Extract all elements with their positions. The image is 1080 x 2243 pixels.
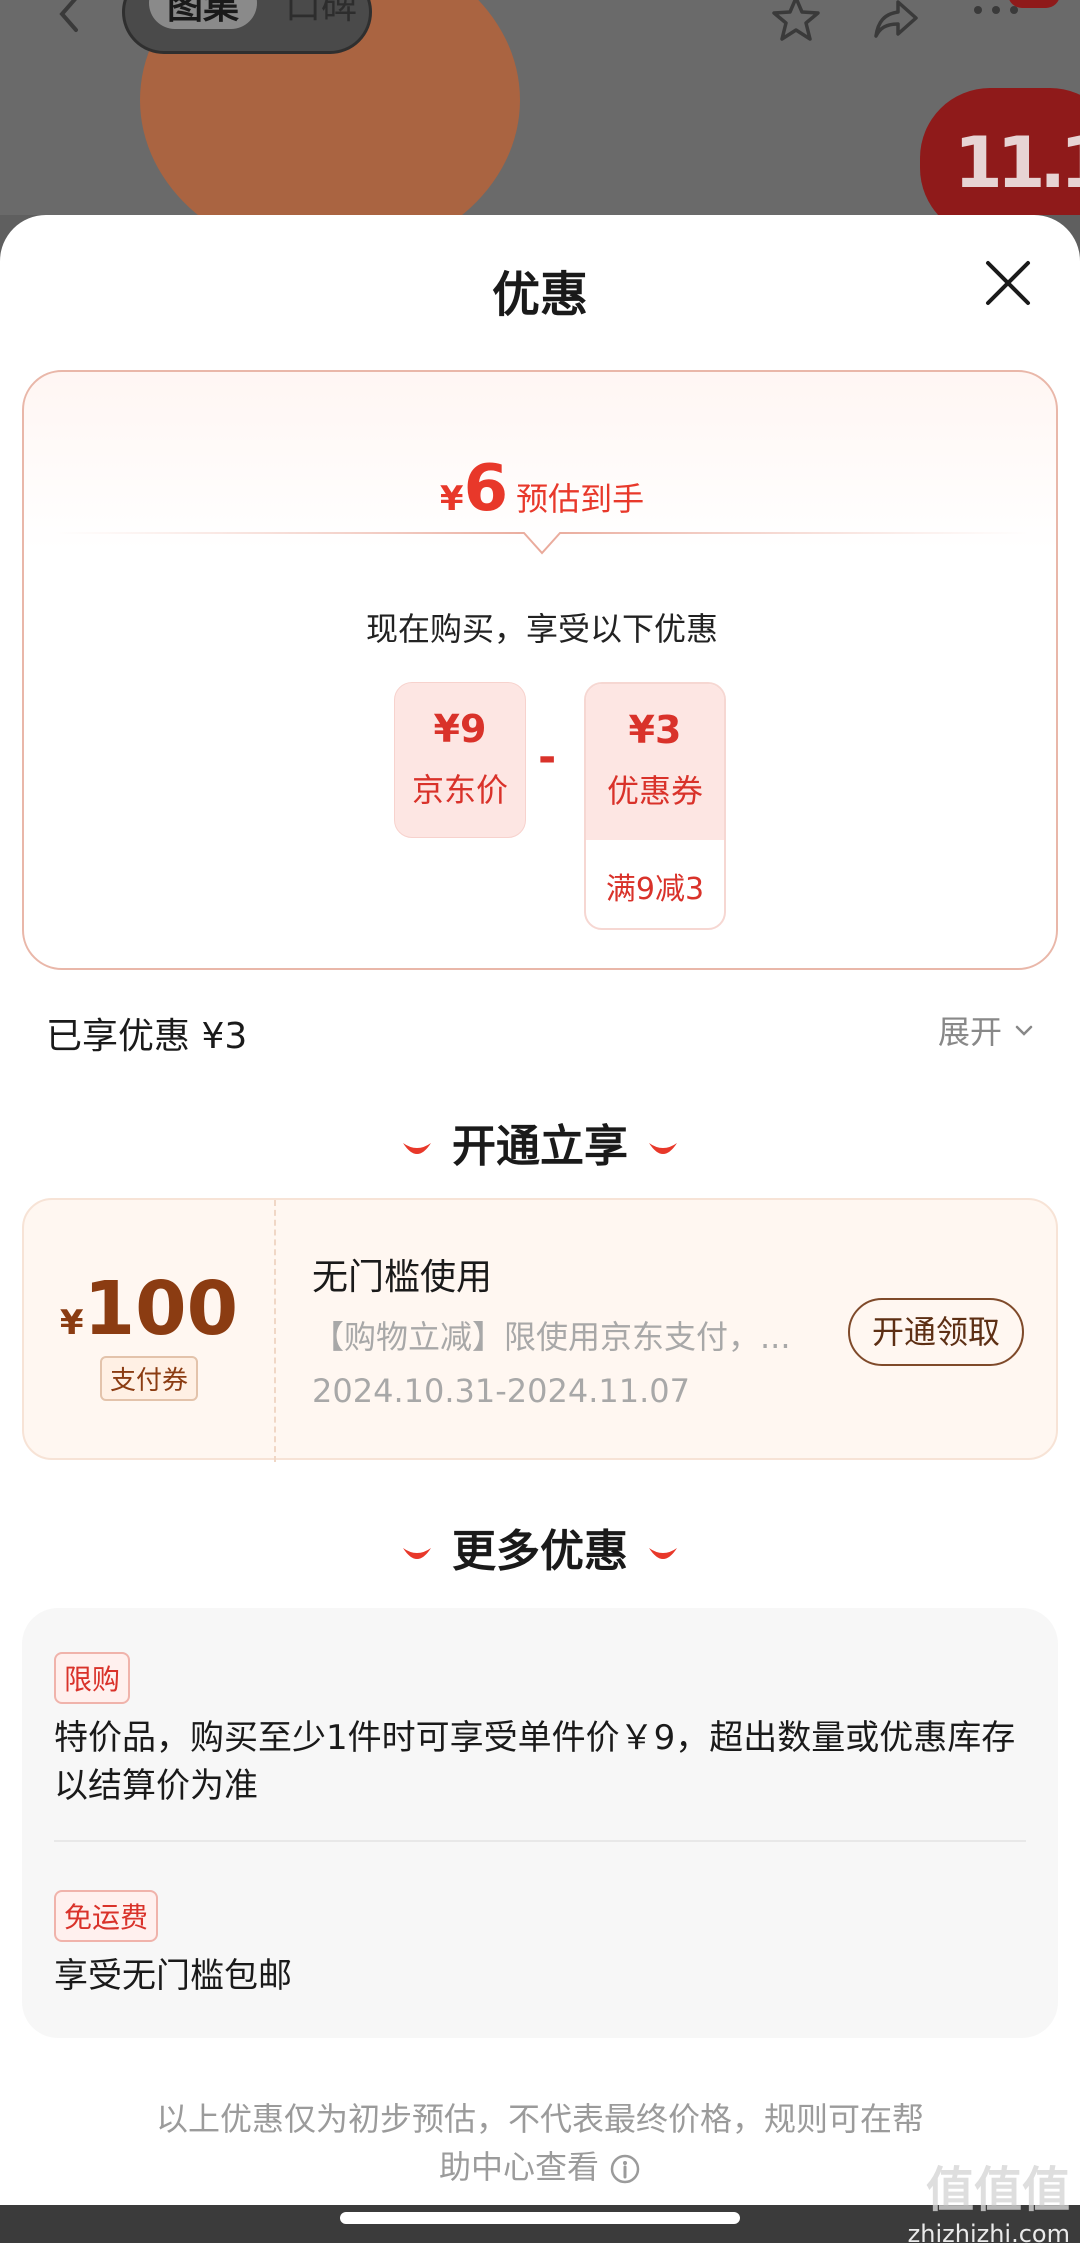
section-more-title: 更多优惠: [452, 1526, 628, 1577]
more-discounts-box: 限购 特价品，购买至少1件时可享受单件价￥9，超出数量或优惠库存以结算价为准 免…: [22, 1608, 1058, 2038]
pay-coupon-amount: ¥100: [24, 1266, 274, 1352]
coupon-value: ¥3: [628, 708, 682, 752]
footer-note-line2: 助中心查看: [438, 2148, 599, 2186]
star-icon[interactable]: [768, 0, 824, 46]
coupon-top: ¥3 优惠券: [586, 684, 724, 840]
estimated-price: ¥6 预估到手: [24, 452, 1060, 526]
estimate-card: ¥6 预估到手 现在购买，享受以下优惠 ¥9 京东价 - ¥3 优惠券 满9减3: [22, 370, 1058, 970]
watermark-url: zhizhizhi.com: [907, 2220, 1070, 2243]
pay-coupon-desc: 【购物立减】限使用京东支付，...: [312, 1318, 791, 1356]
smile-left-icon: [403, 1143, 431, 1154]
promo-1111-badge: 11.11: [920, 88, 1080, 215]
tab-reviews[interactable]: 口碑: [285, 0, 357, 29]
section-open-title: 开通立享: [452, 1121, 628, 1172]
open-claim-button[interactable]: 开通领取: [848, 1298, 1024, 1366]
limit-text: 特价品，购买至少1件时可享受单件价￥9，超出数量或优惠库存以结算价为准: [54, 1718, 1016, 1806]
estimate-amount: 6: [463, 452, 509, 526]
notification-dot: [1008, 0, 1060, 8]
pay-coupon-currency: ¥: [59, 1303, 84, 1343]
estimate-label: 预估到手: [516, 480, 645, 518]
pay-coupon-tag: 支付券: [99, 1356, 198, 1401]
gallery-tabs: 图集 口碑: [122, 0, 372, 54]
back-arrow-icon[interactable]: [50, 0, 90, 34]
info-icon[interactable]: [609, 2153, 641, 2185]
expand-button[interactable]: 展开: [938, 1007, 1036, 1053]
jd-price-label: 京东价: [411, 771, 508, 809]
limit-tag: 限购: [54, 1652, 131, 1704]
watermark: 值值值 zhizhizhi.com: [908, 2150, 1070, 2243]
discount-sheet: 优惠 ¥6 预估到手 现在购买，享受以下优惠 ¥9 京东价 - ¥3 优惠券 满…: [0, 215, 1080, 2205]
pay-coupon-amount-area: ¥100 支付券: [24, 1200, 276, 1462]
divider-notch: [54, 532, 1030, 555]
pay-coupon-card: ¥100 支付券 无门槛使用 【购物立减】限使用京东支付，... 2024.10…: [22, 1198, 1058, 1462]
jd-price-value: ¥9: [433, 707, 487, 751]
pay-coupon-value: 100: [83, 1266, 239, 1352]
sheet-title: 优惠: [491, 267, 588, 323]
coupon-label: 优惠券: [606, 772, 703, 810]
enjoyed-discount: 已享优惠 ¥3: [46, 1016, 248, 1057]
minus-sign: -: [538, 732, 557, 783]
expand-label: 展开: [937, 1013, 1002, 1051]
watermark-logo: 值值值: [925, 2162, 1070, 2218]
pay-coupon-date: 2024.10.31-2024.11.07: [312, 1372, 690, 1410]
smile-left-icon: [403, 1548, 431, 1559]
chevron-down-icon: [1015, 1025, 1033, 1036]
smile-right-icon: [649, 1548, 677, 1559]
coupon-condition: 满9减3: [605, 872, 705, 907]
buy-now-text: 现在购买，享受以下优惠: [365, 610, 718, 648]
free-shipping-tag: 免运费: [54, 1890, 159, 1942]
home-indicator[interactable]: [340, 2212, 740, 2224]
free-shipping-text: 享受无门槛包邮: [54, 1956, 292, 1996]
estimate-currency: ¥: [439, 479, 464, 519]
footer-note-line1: 以上优惠仅为初步预估，不代表最终价格，规则可在帮: [155, 2100, 924, 2138]
tab-gallery[interactable]: 图集: [149, 0, 258, 29]
smile-right-icon: [649, 1143, 677, 1154]
jd-price-box: ¥9 京东价: [394, 682, 526, 838]
share-icon[interactable]: [868, 0, 924, 46]
pay-coupon-title: 无门槛使用: [312, 1257, 493, 1298]
divider: [54, 1840, 1026, 1842]
background-page: 图集 口碑 11.11: [0, 0, 1080, 215]
coupon-box: ¥3 优惠券 满9减3: [584, 682, 726, 930]
section-more: 更多优惠: [0, 1515, 1080, 1579]
close-icon[interactable]: [980, 255, 1036, 311]
section-open: 开通立享: [0, 1110, 1080, 1174]
